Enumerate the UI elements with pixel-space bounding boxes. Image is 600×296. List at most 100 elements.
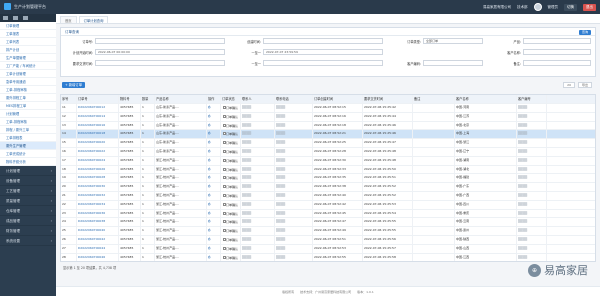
table-cell[interactable]: D2022060700044 <box>77 244 119 253</box>
logout-button[interactable]: 退出 <box>583 3 596 11</box>
sidebar-group[interactable]: 质量管理 › <box>0 196 56 206</box>
table-row[interactable]: 12 D2022060700014 4057485 1 山东-新泰产品-... ⎙ 订单确认… <box>61 112 595 122</box>
create-time-input[interactable] <box>263 38 383 44</box>
table-row[interactable]: 20 D2022060700030 4057485 1 浙江-杭州产品-... ⎙ 订单确认… <box>61 183 595 192</box>
column-header[interactable]: 物料号 <box>119 95 141 103</box>
sidebar-group[interactable]: 计划管理 › <box>0 166 56 176</box>
column-header[interactable]: 订单创建时间 <box>313 95 363 103</box>
sidebar-group[interactable]: 系统设置 › <box>0 236 56 246</box>
table-cell[interactable]: D2022060700026 <box>77 165 119 174</box>
print-icon[interactable]: ⎙ <box>207 253 221 261</box>
print-icon[interactable]: ⎙ <box>207 174 221 183</box>
sidebar-item[interactable]: 生产单据管理 <box>0 54 56 62</box>
print-icon[interactable]: ⎙ <box>207 104 221 112</box>
column-header[interactable]: 要求交货时间 <box>363 95 413 103</box>
table-row[interactable]: 22 D2022060700034 4057485 1 浙江-杭州产品-... ⎙ 订单确认… <box>61 200 595 210</box>
plan-start-from-input[interactable]: 2022-06-07 00:00:00 <box>95 49 225 55</box>
order-type-select[interactable]: 全部订单 <box>423 38 483 44</box>
table-cell[interactable]: D2022060700014 <box>77 112 119 121</box>
tab-home[interactable]: 首页 <box>60 16 77 23</box>
delivery-to-input[interactable] <box>263 60 383 66</box>
table-row[interactable]: 23 D2022060700036 4057485 1 浙江-杭州产品-... ⎙ 订单确认… <box>61 209 595 219</box>
sidebar-item[interactable]: 工单-排程审核 <box>0 118 56 126</box>
column-header[interactable]: 订单号 <box>77 95 119 103</box>
column-header[interactable]: 序号 <box>61 95 77 103</box>
column-header[interactable]: 联系电话 <box>275 95 313 103</box>
avatar[interactable] <box>533 3 542 11</box>
sidebar-item[interactable]: 物料齐套分析 <box>0 158 56 166</box>
table-cell[interactable]: D2022060700016 <box>77 121 119 130</box>
remark-input[interactable] <box>523 60 591 66</box>
table-cell[interactable]: D2022060700028 <box>77 174 119 183</box>
print-icon[interactable]: ⎙ <box>207 209 221 218</box>
column-header[interactable]: 客户编号 <box>517 95 547 103</box>
sidebar-item[interactable]: 委外生产管理 <box>0 142 56 150</box>
print-icon[interactable]: ⎙ <box>207 218 221 227</box>
sidebar-item[interactable]: 委外排程工单 <box>0 94 56 102</box>
print-icon[interactable]: ⎙ <box>207 244 221 253</box>
table-row[interactable]: 27 D2022060700044 4057485 1 浙江-杭州产品-... ⎙ 订单确认… <box>61 244 595 254</box>
home-icon[interactable] <box>3 16 8 20</box>
sidebar-item[interactable]: 订单管理 <box>0 22 56 30</box>
table-row[interactable]: 26 D2022060700042 4057485 1 浙江-杭州产品-... ⎙ 订单确认… <box>61 235 595 245</box>
print-icon[interactable]: ⎙ <box>207 121 221 130</box>
customer-code-input[interactable] <box>423 60 483 66</box>
page-size-select[interactable]: 20 <box>563 82 575 88</box>
print-icon[interactable]: ⎙ <box>207 130 221 139</box>
table-row[interactable]: 24 D2022060700038 4057485 1 浙江-杭州产品-... ⎙ 订单确认… <box>61 218 595 228</box>
column-header[interactable]: 客户名称 <box>455 95 517 103</box>
product-input[interactable] <box>523 38 591 44</box>
table-row[interactable]: 17 D2022060700024 4057485 1 浙江-杭州产品-... ⎙ 订单确认… <box>61 156 595 166</box>
folder-icon[interactable] <box>13 16 18 20</box>
delivery-from-input[interactable] <box>95 60 225 66</box>
print-icon[interactable]: ⎙ <box>207 165 221 174</box>
column-header[interactable]: 数量 <box>141 95 155 103</box>
print-icon[interactable]: ⎙ <box>207 227 221 235</box>
sidebar-group[interactable]: 财务管理 › <box>0 226 56 236</box>
export-button[interactable]: 导出 <box>577 82 592 88</box>
table-cell[interactable]: D2022060700040 <box>77 227 119 235</box>
sidebar-item[interactable]: 工单完成统计 <box>0 150 56 158</box>
table-cell[interactable]: D2022060700012 <box>77 104 119 112</box>
print-icon[interactable]: ⎙ <box>207 156 221 165</box>
tab-order-query[interactable]: 订单计划查询 <box>78 16 109 23</box>
order-no-input[interactable] <box>95 38 225 44</box>
table-row[interactable]: 11 D2022060700012 4057485 1 山东-新泰产品-... ⎙ 订单确认… <box>61 104 595 113</box>
table-cell[interactable]: D2022060700042 <box>77 235 119 244</box>
table-cell[interactable]: D2022060700024 <box>77 156 119 165</box>
sidebar-item[interactable]: 工单报表 <box>0 30 56 38</box>
print-icon[interactable]: ⎙ <box>207 200 221 209</box>
table-cell[interactable]: D2022060700038 <box>77 218 119 227</box>
print-icon[interactable]: ⎙ <box>207 112 221 121</box>
switch-button[interactable]: 切换 <box>564 3 577 11</box>
print-icon[interactable]: ⎙ <box>207 183 221 191</box>
sidebar-group[interactable]: 设备管理 › <box>0 176 56 186</box>
customer-input[interactable] <box>523 49 591 55</box>
search-button[interactable]: 查询 <box>578 30 591 35</box>
sidebar-group[interactable]: 成品管理 › <box>0 216 56 226</box>
table-cell[interactable]: D2022060700036 <box>77 209 119 218</box>
sidebar-item[interactable]: 工单计划管理 <box>0 70 56 78</box>
print-icon[interactable]: ⎙ <box>207 139 221 147</box>
sidebar-item[interactable]: 工单列表 <box>0 38 56 46</box>
sidebar-item[interactable]: MES排程工单 <box>0 102 56 110</box>
sidebar-item[interactable]: 工单排程表 <box>0 134 56 142</box>
sidebar-group[interactable]: 工艺管理 › <box>0 186 56 196</box>
column-header[interactable]: 产品名称 <box>155 95 207 103</box>
table-cell[interactable]: D2022060700022 <box>77 147 119 156</box>
column-header[interactable]: 备注 <box>413 95 455 103</box>
table-cell[interactable]: D2022060700046 <box>77 253 119 261</box>
print-icon[interactable]: ⎙ <box>207 191 221 200</box>
column-header[interactable]: 订单状态 <box>221 95 241 103</box>
table-row[interactable]: 14 D2022060700018 4057485 1 山东-新泰产品-... ⎙ 订单确认… <box>61 130 595 140</box>
sidebar-item[interactable]: 计划管理 <box>0 110 56 118</box>
sidebar-group[interactable]: 仓库管理 › <box>0 206 56 216</box>
print-icon[interactable]: ⎙ <box>207 235 221 244</box>
table-row[interactable]: 16 D2022060700022 4057485 1 山东-新泰产品-... ⎙ 订单确认… <box>61 147 595 157</box>
user-name[interactable]: 管理员 <box>548 5 559 10</box>
sidebar-item[interactable]: 排程 / 委外工单 <box>0 126 56 134</box>
table-cell[interactable]: D2022060700034 <box>77 200 119 209</box>
table-row[interactable]: 21 D2022060700032 4057485 1 浙江-杭州产品-... ⎙ 订单确认… <box>61 191 595 201</box>
sidebar-item[interactable]: 排产计划 <box>0 46 56 54</box>
sidebar-item[interactable]: 工厂产能 / 车间统计 <box>0 62 56 70</box>
